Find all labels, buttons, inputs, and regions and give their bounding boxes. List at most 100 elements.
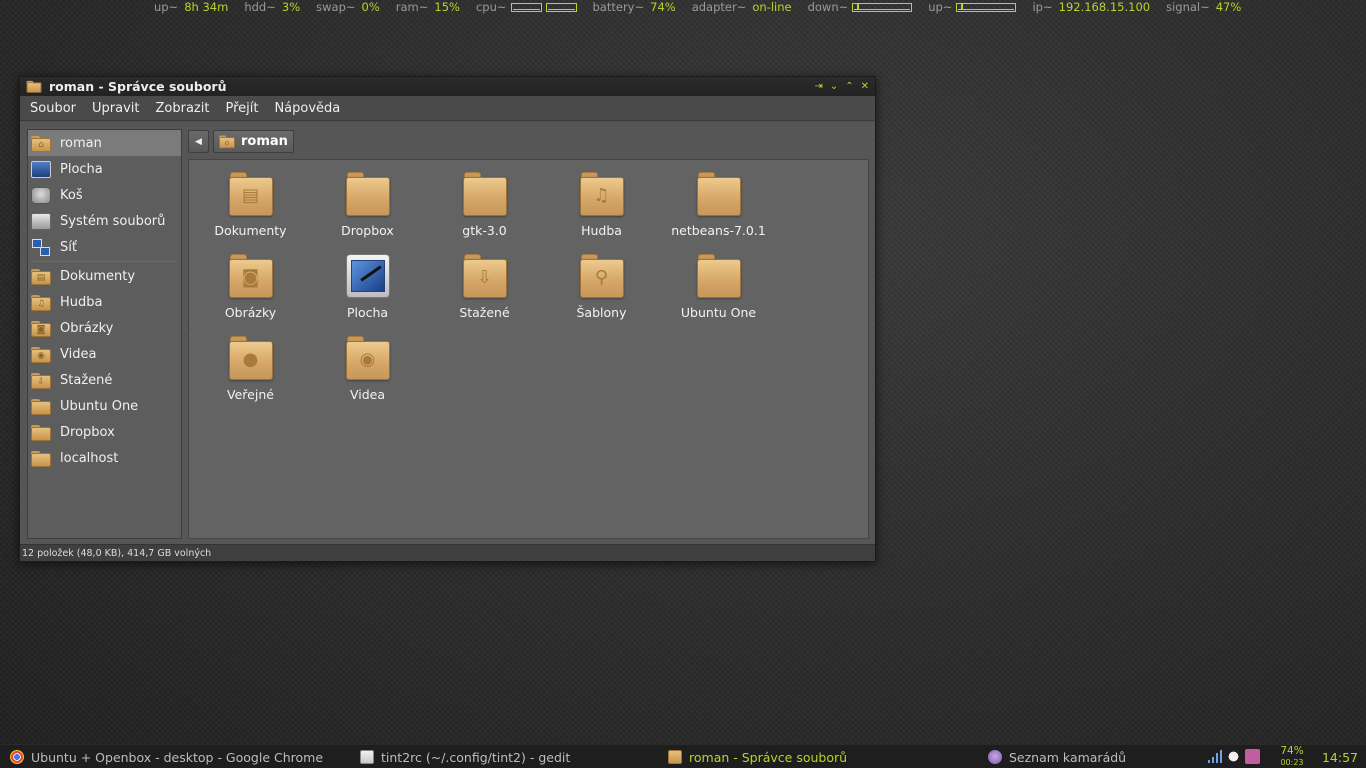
home-folder-icon: ⌂ (31, 135, 51, 152)
sidebar-item-label: roman (60, 135, 102, 151)
folder-icon (345, 172, 390, 216)
window-title: roman - Správce souborů (49, 79, 227, 94)
sidebar-item-plocha[interactable]: Plocha (28, 156, 181, 182)
sidebar-item-systém-souborů[interactable]: Systém souborů (28, 208, 181, 234)
file-item[interactable]: ◙ Obrázky (192, 254, 309, 334)
conky-stat: cpu~ (476, 0, 577, 14)
sidebar-item-síť[interactable]: Síť (28, 234, 181, 260)
task-label: roman - Správce souborů (689, 749, 848, 765)
menu-go[interactable]: Přejít (217, 101, 266, 116)
conky-graph (852, 2, 913, 12)
system-tray (1207, 749, 1260, 764)
conky-value: 47% (1215, 0, 1242, 14)
folder-icon (31, 398, 51, 415)
file-item[interactable]: netbeans-7.0.1 (660, 172, 777, 252)
file-item[interactable]: ▤ Dokumenty (192, 172, 309, 252)
taskbar-task[interactable]: roman - Správce souborů (668, 745, 847, 768)
conky-value: on-line (752, 0, 792, 14)
conky-label: ram~ (395, 0, 429, 14)
pane-splitter-handle[interactable]: · · · (184, 320, 186, 333)
downloads-folder-icon: ⇩ (31, 372, 51, 389)
file-item[interactable]: Dropbox (309, 172, 426, 252)
battery-percent: 74% (1280, 745, 1304, 757)
conky-label: down~ (807, 0, 849, 14)
window-content: ⌂ roman Plocha Koš Systém souborů Síť ▤ Dokumen… (20, 122, 875, 544)
breadcrumb-home[interactable]: ⌂ roman (213, 130, 294, 153)
clock[interactable]: 14:57 (1322, 745, 1358, 768)
conky-stat: battery~ 74% (593, 0, 676, 14)
conky-status-bar: up~ 8h 34m hdd~ 3% swap~ 0% ram~ 15% cpu~ battery… (154, 0, 1257, 14)
conky-stat: ram~ 15% (396, 0, 460, 14)
sidebar-item-label: Stažené (60, 372, 113, 388)
sidebar-bookmark-dropbox[interactable]: Dropbox (28, 419, 181, 445)
menu-bar: Soubor Upravit Zobrazit Přejít Nápověda (20, 96, 875, 121)
sidebar-bookmark-stažené[interactable]: ⇩ Stažené (28, 367, 181, 393)
back-button[interactable]: ◀ (188, 130, 209, 153)
breadcrumb-label: roman (241, 134, 288, 149)
sidebar-item-koš[interactable]: Koš (28, 182, 181, 208)
menu-view[interactable]: Zobrazit (147, 101, 217, 116)
sidebar-bookmark-obrázky[interactable]: ◙ Obrázky (28, 315, 181, 341)
file-item-label: Hudba (581, 223, 622, 238)
send-to-desktop-button[interactable]: ⇥ (814, 81, 822, 92)
sidebar-item-label: Obrázky (60, 320, 114, 336)
sidebar-bookmark-videa[interactable]: ◉ Videa (28, 341, 181, 367)
sidebar-item-label: Ubuntu One (60, 398, 139, 414)
conky-label: cpu~ (475, 0, 507, 14)
file-item-label: Ubuntu One (680, 305, 757, 320)
tray-app-icon[interactable] (1245, 749, 1260, 764)
file-item[interactable]: ⚲ Šablony (543, 254, 660, 334)
conky-value: 0% (361, 0, 380, 14)
conky-label: hdd~ (244, 0, 276, 14)
maximize-button[interactable]: ⌃ (845, 81, 853, 92)
signal-icon[interactable] (1207, 749, 1222, 764)
folder-icon (31, 424, 51, 441)
menu-help[interactable]: Nápověda (266, 101, 348, 116)
file-item-label: Dokumenty (214, 223, 287, 238)
conky-stat: signal~ 47% (1166, 0, 1241, 14)
menu-file[interactable]: Soubor (22, 101, 84, 116)
conky-label: battery~ (592, 0, 645, 14)
window-titlebar[interactable]: roman - Správce souborů ⇥ ⌄ ⌃ ✕ (20, 77, 875, 96)
conky-stat: down~ (808, 0, 913, 14)
file-item[interactable]: gtk-3.0 (426, 172, 543, 252)
conky-stat: swap~ 0% (316, 0, 380, 14)
taskbar-task[interactable]: Ubuntu + Openbox - desktop - Google Chro… (10, 745, 323, 768)
conky-value: 15% (434, 0, 460, 14)
file-item[interactable]: ♫ Hudba (543, 172, 660, 252)
conky-label: swap~ (316, 0, 356, 14)
file-item-label: netbeans-7.0.1 (671, 223, 766, 238)
sidebar-bookmark-dokumenty[interactable]: ▤ Dokumenty (28, 263, 181, 289)
music-folder-icon: ♫ (579, 172, 624, 216)
taskbar-task[interactable]: tint2rc (~/.config/tint2) - gedit (360, 745, 570, 768)
minimize-button[interactable]: ⌄ (830, 81, 838, 92)
file-item[interactable]: Plocha (309, 254, 426, 334)
sidebar-bookmark-ubuntu-one[interactable]: Ubuntu One (28, 393, 181, 419)
dropbox-icon[interactable] (1226, 749, 1241, 764)
sidebar-item-label: Hudba (60, 294, 103, 310)
file-item[interactable]: Ubuntu One (660, 254, 777, 334)
templates-folder-icon: ⚲ (579, 254, 624, 298)
menu-edit[interactable]: Upravit (84, 101, 147, 116)
file-item[interactable]: ◉ Videa (309, 336, 426, 416)
window-folder-icon (26, 80, 42, 93)
chrome-icon (10, 750, 24, 764)
battery-indicator[interactable]: 74% 00:23 (1274, 746, 1310, 768)
file-item-label: Dropbox (341, 223, 394, 238)
file-item[interactable]: ⇩ Stažené (426, 254, 543, 334)
file-item-label: Šablony (576, 305, 627, 320)
sidebar-item-roman[interactable]: ⌂ roman (28, 130, 181, 156)
file-item[interactable]: ● Veřejné (192, 336, 309, 416)
sidebar-bookmark-hudba[interactable]: ♫ Hudba (28, 289, 181, 315)
file-item-label: Plocha (346, 305, 389, 320)
file-item-label: gtk-3.0 (462, 223, 507, 238)
conky-stat: up~ 8h 34m (154, 0, 228, 14)
conky-label: signal~ (1166, 0, 1210, 14)
icon-view[interactable]: ▤ Dokumenty Dropbox gtk-3.0 ♫ Hudba netbeans-7… (188, 159, 869, 539)
music-folder-icon: ♫ (31, 294, 51, 311)
sidebar-bookmark-localhost[interactable]: localhost (28, 445, 181, 471)
taskbar-task[interactable]: Seznam kamarádů (988, 745, 1126, 768)
sidebar-item-label: Síť (60, 239, 77, 255)
close-button[interactable]: ✕ (861, 81, 869, 92)
sidebar-item-label: Koš (60, 187, 83, 203)
